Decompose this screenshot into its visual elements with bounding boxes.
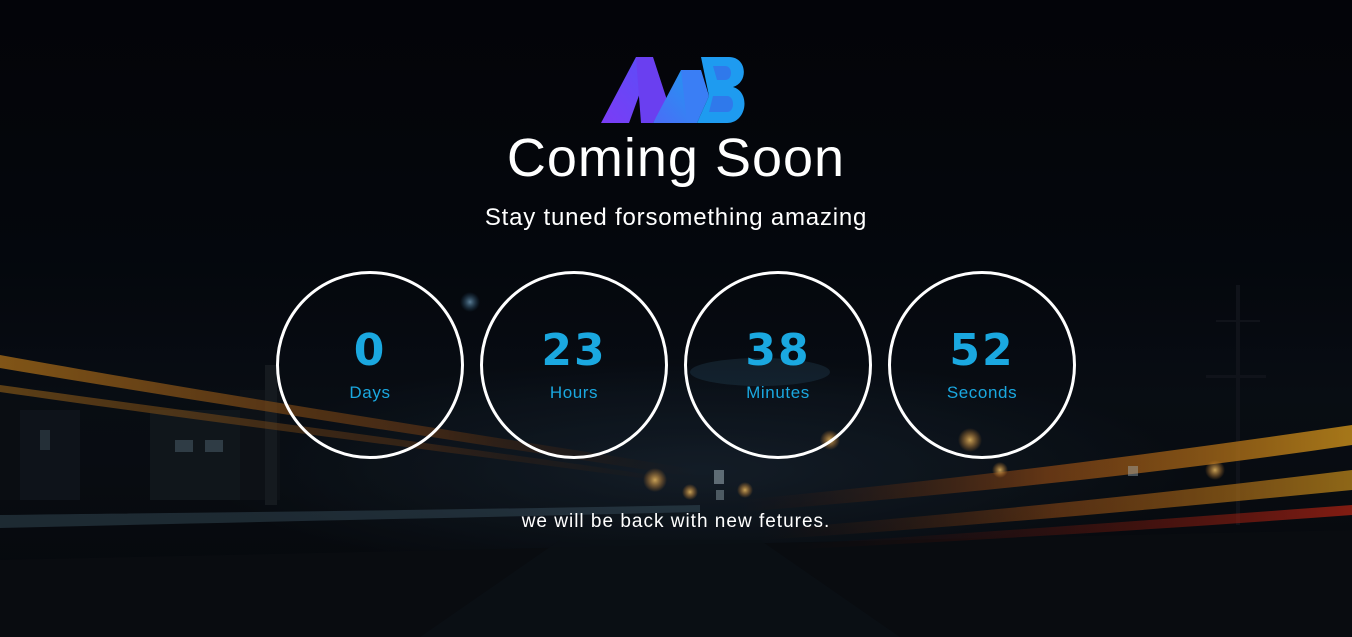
countdown-seconds-value: 52 [949, 325, 1015, 376]
countdown-seconds-circle: 52 Seconds [888, 271, 1076, 459]
countdown-days-circle: 0 Days [276, 271, 464, 459]
countdown-minutes-circle: 38 Minutes [684, 271, 872, 459]
countdown-days-label: Days [349, 383, 391, 402]
mb-logo-icon [601, 57, 745, 123]
countdown-days-value: 0 [353, 325, 387, 376]
countdown-hours-value: 23 [541, 325, 607, 376]
countdown-hours-circle: 23 Hours [480, 271, 668, 459]
countdown-hours-label: Hours [549, 383, 599, 402]
countdown-seconds-label: Seconds [946, 383, 1018, 402]
countdown-minutes-value: 38 [745, 325, 811, 376]
countdown-timer: 0 Days 23 Hours 38 Minutes 52 Seconds [276, 271, 1076, 459]
brand-logo [601, 56, 747, 124]
page-title: Coming Soon [506, 128, 846, 188]
countdown-minutes-label: Minutes [746, 383, 810, 402]
page-subtitle: Stay tuned forsomething amazing [484, 204, 868, 231]
footer-message: we will be back with new fetures. [521, 511, 831, 532]
